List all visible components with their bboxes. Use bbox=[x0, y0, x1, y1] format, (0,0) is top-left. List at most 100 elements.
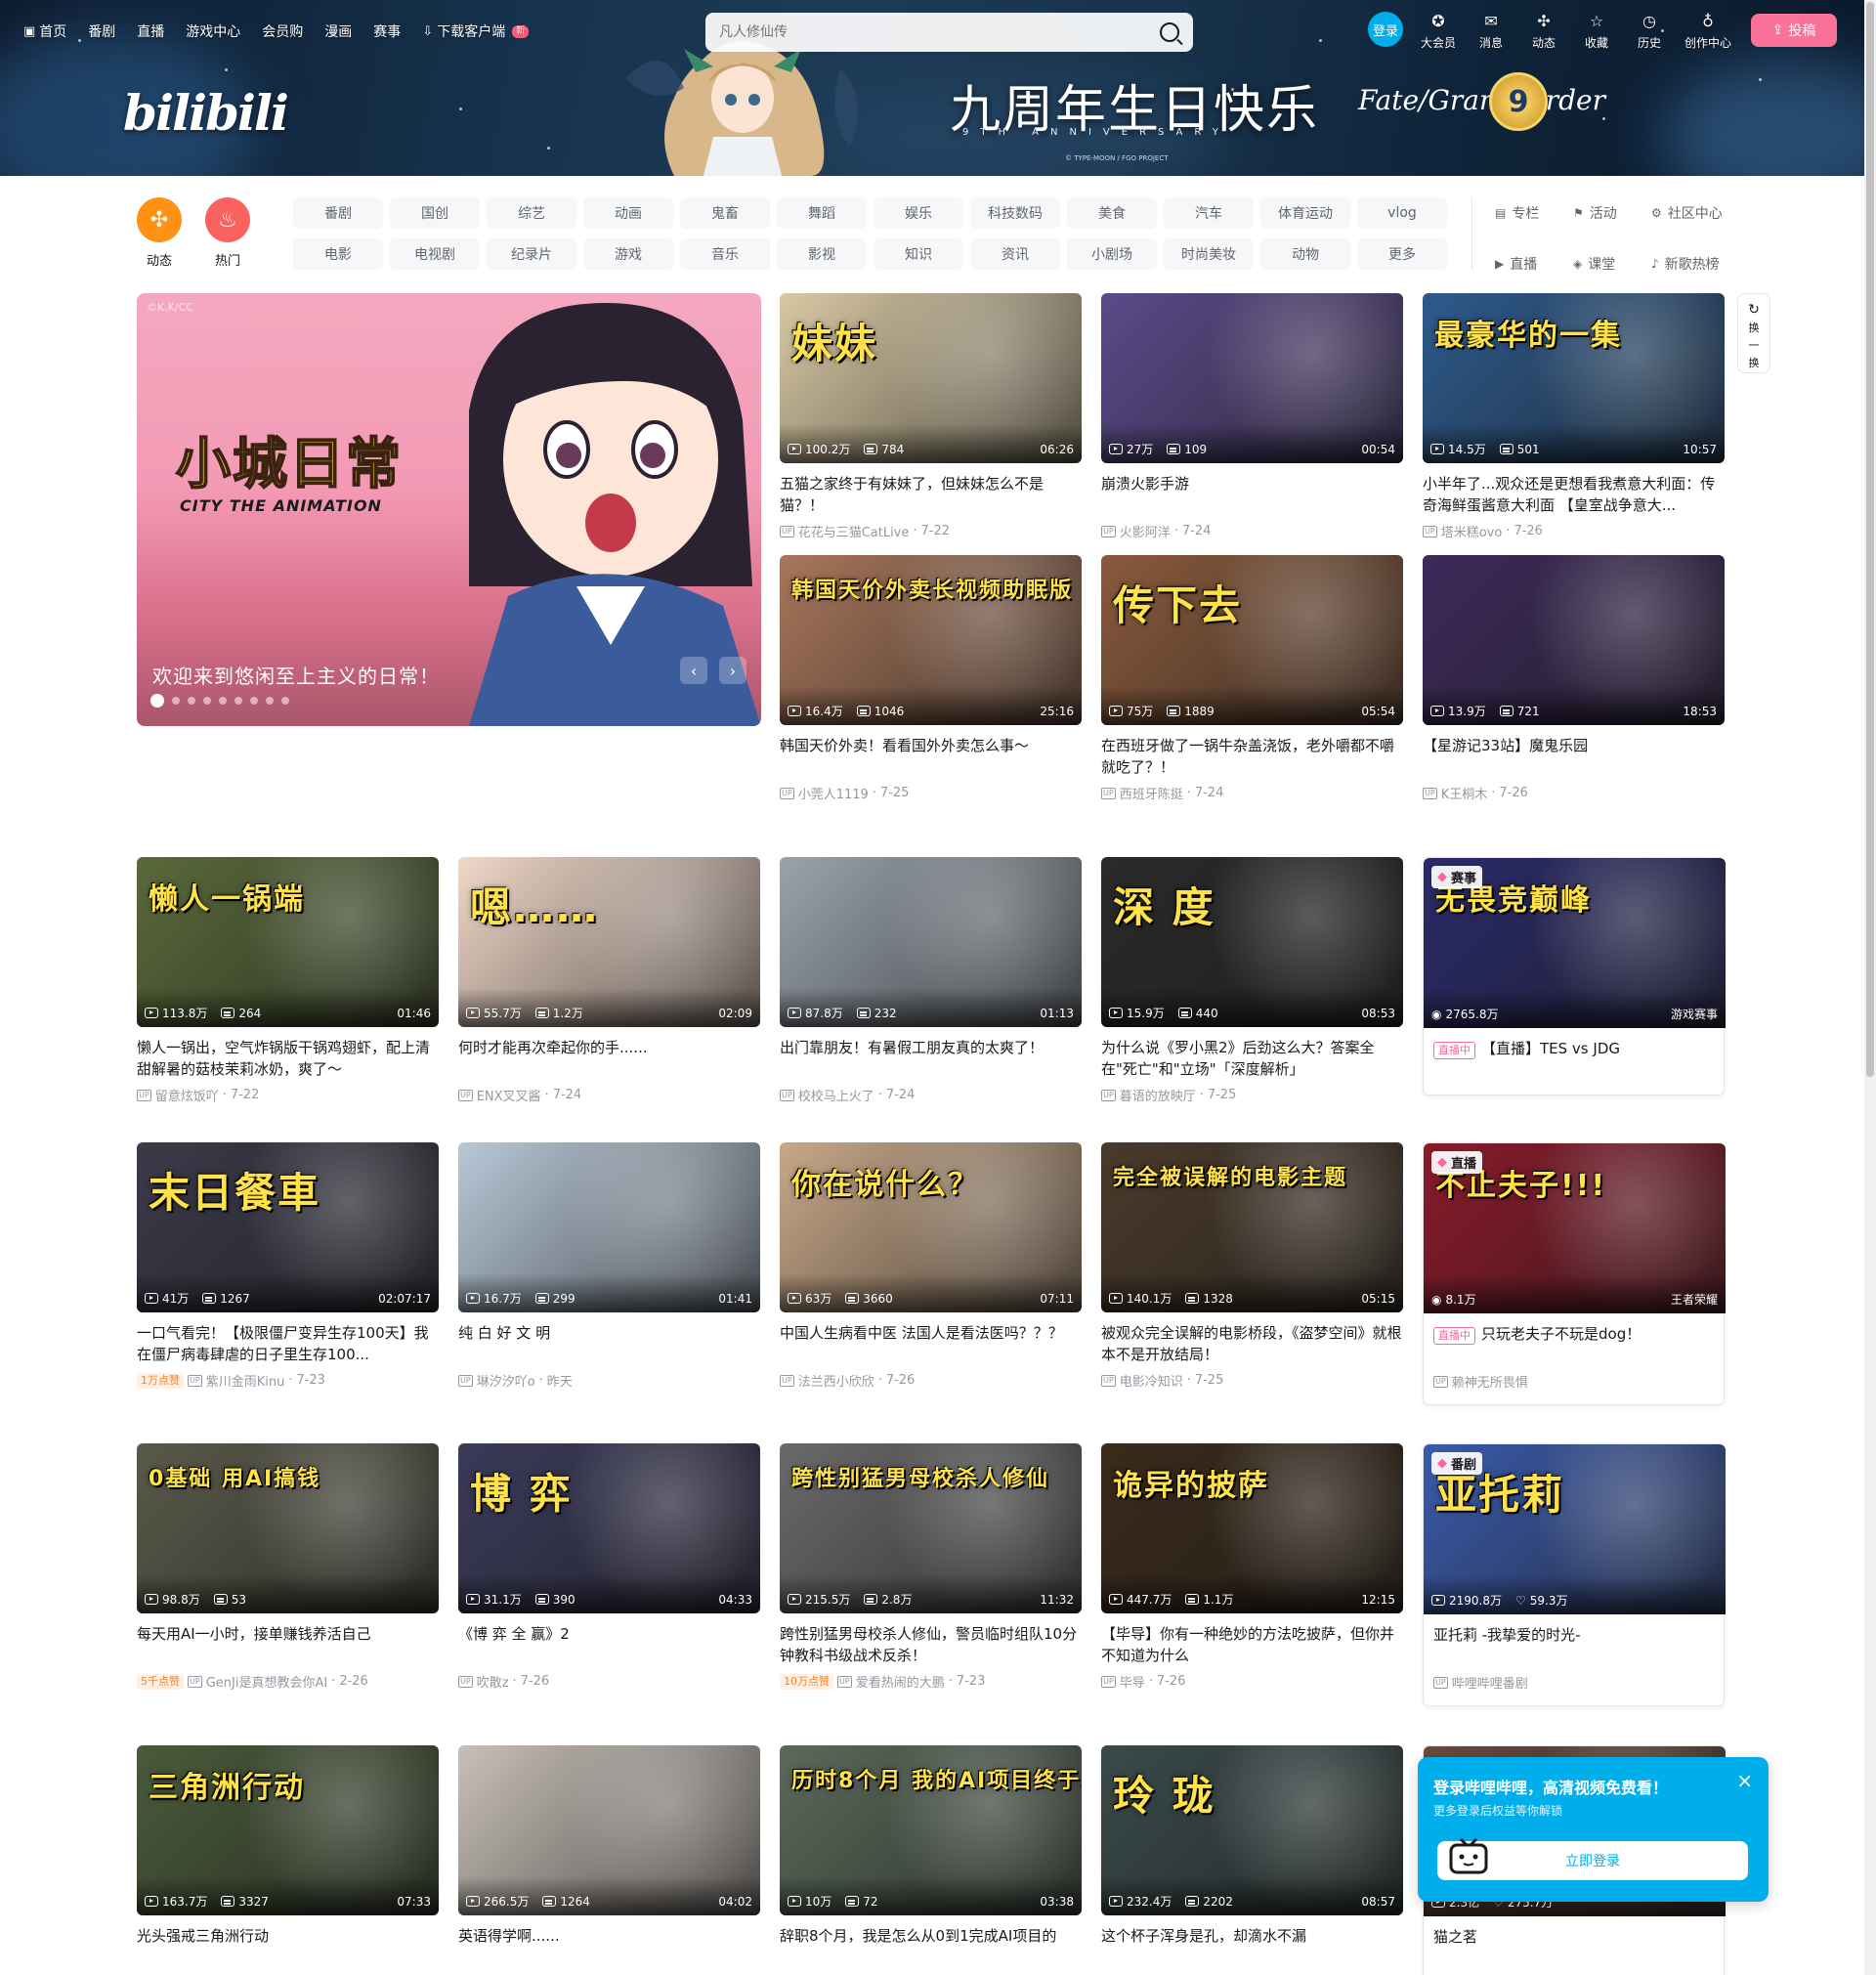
nav-bangumi[interactable]: 番剧 bbox=[88, 21, 115, 41]
video-thumbnail[interactable]: 完全被误解的电影主题 140.1万 1328 05:15 bbox=[1101, 1142, 1403, 1312]
video-title[interactable]: 崩溃火影手游 bbox=[1101, 473, 1403, 516]
carousel-dot[interactable] bbox=[188, 697, 195, 705]
channel-tag[interactable]: 影视 bbox=[777, 238, 867, 270]
search-input[interactable] bbox=[719, 24, 1152, 40]
video-thumbnail[interactable]: 16.7万 299 01:41 bbox=[458, 1142, 760, 1312]
video-thumbnail[interactable]: 玲 珑 232.4万 2202 08:57 bbox=[1101, 1745, 1403, 1915]
link-music-chart[interactable]: ♪ 新歌热榜 bbox=[1651, 248, 1759, 279]
video-card[interactable]: 27万 109 00:54 崩溃火影手游 UP 火影阿洋 · 7-24 bbox=[1101, 293, 1403, 540]
uploader-name[interactable]: 紫川金雨Kinu bbox=[206, 1371, 285, 1390]
special-title-text[interactable]: 亚托莉 -我挚爱的时光- bbox=[1433, 1626, 1581, 1644]
video-card[interactable]: 三角洲行动 163.7万 3327 07:33 光头强戒三角洲行动 bbox=[137, 1745, 439, 1968]
uploader-name[interactable]: 塔米糕ovo bbox=[1441, 522, 1503, 540]
nav-messages[interactable]: ✉ 消息 bbox=[1473, 12, 1509, 51]
carousel-dot[interactable] bbox=[172, 697, 180, 705]
uploader-name[interactable]: K王桐木 bbox=[1441, 784, 1488, 802]
uploader-name[interactable]: 电影冷知识 bbox=[1120, 1371, 1183, 1390]
carousel-dot[interactable] bbox=[266, 697, 274, 705]
video-card[interactable]: 末日餐車 41万 1267 02:07:17 一口气看完！【极限僵尸变异生存100天】我… bbox=[137, 1142, 439, 1390]
video-thumbnail[interactable]: 嗯…… 55.7万 1.2万 02:09 bbox=[458, 857, 760, 1027]
uploader-name[interactable]: 暮语的放映厅 bbox=[1120, 1086, 1196, 1104]
channel-tag[interactable]: 时尚美妆 bbox=[1164, 238, 1254, 270]
uploader-name[interactable]: 爱看热闹的大鹏 bbox=[856, 1672, 945, 1691]
carousel-caption[interactable]: 欢迎来到悠闲至上主义的日常！ bbox=[152, 661, 440, 689]
nav-favorites[interactable]: ☆ 收藏 bbox=[1579, 12, 1614, 51]
channel-tag[interactable]: 舞蹈 bbox=[777, 197, 867, 229]
video-thumbnail[interactable]: 懒人一锅端 113.8万 264 01:46 bbox=[137, 857, 439, 1027]
carousel-dot[interactable] bbox=[150, 694, 164, 708]
video-title[interactable]: 光头强戒三角洲行动 bbox=[137, 1925, 439, 1968]
video-thumbnail[interactable]: 三角洲行动 163.7万 3327 07:33 bbox=[137, 1745, 439, 1915]
video-title[interactable]: 【毕导】你有一种绝妙的方法吃披萨，但你并不知道为什么 bbox=[1101, 1623, 1403, 1666]
special-thumbnail[interactable]: 不止夫子!!! ◆ 直播 ◉ 8.1万 王者荣耀 bbox=[1424, 1143, 1726, 1313]
video-thumbnail[interactable]: 13.9万 721 18:53 bbox=[1423, 555, 1725, 725]
video-title[interactable]: 何时才能再次牵起你的手...... bbox=[458, 1037, 760, 1080]
channel-tag[interactable]: 综艺 bbox=[487, 197, 576, 229]
channel-tag[interactable]: 知识 bbox=[874, 238, 963, 270]
video-card[interactable]: 跨性别猛男母校杀人修仙 215.5万 2.8万 11:32 跨性别猛男母校杀人修仙，警员… bbox=[780, 1443, 1082, 1691]
channel-hot[interactable]: ♨ 热门 bbox=[205, 197, 250, 269]
video-thumbnail[interactable]: 你在说什么？ 63万 3660 07:11 bbox=[780, 1142, 1082, 1312]
link-course[interactable]: ◈ 课堂 bbox=[1573, 248, 1651, 279]
video-card[interactable]: 历时8个月 我的AI项目终于上线 10万 72 03:38 辞职8个月，我是怎么从0到1… bbox=[780, 1745, 1082, 1968]
nav-dynamics[interactable]: ✣ 动态 bbox=[1526, 12, 1561, 51]
video-title[interactable]: 小半年了...观众还是更想看我煮意大利面：传奇海鲜蛋酱意大利面 【皇室战争意大.… bbox=[1423, 473, 1725, 516]
channel-tag[interactable]: 科技数码 bbox=[970, 197, 1060, 229]
link-column[interactable]: ▤ 专栏 bbox=[1495, 197, 1573, 229]
scrollbar-thumb[interactable] bbox=[1866, 2, 1874, 1077]
video-thumbnail[interactable]: 最豪华的一集 14.5万 501 10:57 bbox=[1423, 293, 1725, 463]
video-title[interactable]: 韩国天价外卖！看看国外外卖怎么事～ bbox=[780, 735, 1082, 778]
hero-carousel[interactable]: ©K.K/CC 小城日常 CITY THE ANIMATION 欢迎来到悠闲至上… bbox=[137, 293, 761, 726]
special-title-text[interactable]: 猫之茗 bbox=[1433, 1928, 1477, 1946]
uploader-name[interactable]: ENX叉叉酱 bbox=[477, 1086, 541, 1104]
video-title[interactable]: 这个杯子浑身是孔，却滴水不漏 bbox=[1101, 1925, 1403, 1968]
search-box[interactable] bbox=[705, 13, 1193, 52]
video-title[interactable]: 跨性别猛男母校杀人修仙，警员临时组队10分钟教科书级战术反杀！ bbox=[780, 1623, 1082, 1666]
channel-tag[interactable]: 纪录片 bbox=[487, 238, 576, 270]
video-thumbnail[interactable]: 0基础 用AI搞钱 98.8万 53 bbox=[137, 1443, 439, 1613]
video-title[interactable]: 【星游记33站】魔鬼乐园 bbox=[1423, 735, 1725, 778]
video-card[interactable]: 玲 珑 232.4万 2202 08:57 这个杯子浑身是孔，却滴水不漏 bbox=[1101, 1745, 1403, 1968]
special-thumbnail[interactable]: 无畏竞巅峰 ◆ 赛事 ◉ 2765.8万 游戏赛事 bbox=[1424, 858, 1726, 1028]
login-avatar-button[interactable]: 登录 bbox=[1368, 12, 1403, 47]
nav-manga[interactable]: 漫画 bbox=[324, 21, 352, 41]
uploader-name[interactable]: 赖神无所畏惧 bbox=[1452, 1372, 1528, 1391]
channel-tag[interactable]: 动画 bbox=[583, 197, 673, 229]
special-title-text[interactable]: 只玩老夫子不玩是dog！ bbox=[1481, 1325, 1641, 1343]
channel-dynamics[interactable]: ✣ 动态 bbox=[137, 197, 182, 269]
nav-live[interactable]: 直播 bbox=[137, 21, 164, 41]
video-thumbnail[interactable]: 跨性别猛男母校杀人修仙 215.5万 2.8万 11:32 bbox=[780, 1443, 1082, 1613]
video-thumbnail[interactable]: 博 弈 31.1万 390 04:33 bbox=[458, 1443, 760, 1613]
uploader-name[interactable]: 哔哩哔哩番剧 bbox=[1452, 1673, 1528, 1692]
video-card[interactable]: 最豪华的一集 14.5万 501 10:57 小半年了...观众还是更想看我煮意大利面：… bbox=[1423, 293, 1725, 540]
special-title[interactable]: 猫之茗 bbox=[1424, 1926, 1724, 1969]
video-title[interactable]: 出门靠朋友！有暑假工朋友真的太爽了！ bbox=[780, 1037, 1082, 1080]
video-title[interactable]: 懒人一锅出，空气炸锅版干锅鸡翅虾，配上清甜解暑的菇枝茉莉冰奶，爽了～ bbox=[137, 1037, 439, 1080]
special-card[interactable]: 不止夫子!!! ◆ 直播 ◉ 8.1万 王者荣耀 直播中 只玩老夫子不玩是dog！ UP 赖神无所… bbox=[1423, 1142, 1726, 1405]
uploader-name[interactable]: 校校马上火了 bbox=[798, 1086, 874, 1104]
video-card[interactable]: 嗯…… 55.7万 1.2万 02:09 何时才能再次牵起你的手...... UP ENX叉… bbox=[458, 857, 760, 1104]
video-title[interactable]: 被观众完全误解的电影桥段，《盗梦空间》就根本不是开放结局！ bbox=[1101, 1322, 1403, 1365]
link-activity[interactable]: ⚑ 活动 bbox=[1573, 197, 1651, 229]
special-card[interactable]: 亚托莉 ◆ 番剧 2190.8万 ♡ 59.3万 亚托莉 -我挚爱的时光- UP 哔哩哔哩番剧 bbox=[1423, 1443, 1726, 1706]
channel-tag[interactable]: 动物 bbox=[1260, 238, 1350, 270]
close-icon[interactable]: × bbox=[1736, 1771, 1753, 1790]
nav-download-client[interactable]: ⇩ 下载客户端新 bbox=[422, 21, 530, 41]
video-title[interactable]: 中国人生病看中医 法国人是看法医吗？？？ bbox=[780, 1322, 1082, 1365]
uploader-name[interactable]: 吹散z bbox=[477, 1672, 509, 1691]
channel-tag[interactable]: 番剧 bbox=[293, 197, 383, 229]
nav-vip[interactable]: ✪ 大会员 bbox=[1421, 12, 1456, 51]
channel-more-dropdown[interactable]: 更多 bbox=[1357, 238, 1447, 270]
video-thumbnail[interactable]: 87.8万 232 01:13 bbox=[780, 857, 1082, 1027]
video-title[interactable]: 《博 弈 全 赢》2 bbox=[458, 1623, 760, 1666]
video-thumbnail[interactable]: 诡异的披萨 447.7万 1.1万 12:15 bbox=[1101, 1443, 1403, 1613]
video-title[interactable]: 纯 白 好 文 明 bbox=[458, 1322, 760, 1365]
channel-tag[interactable]: 汽车 bbox=[1164, 197, 1254, 229]
channel-tag[interactable]: 电影 bbox=[293, 238, 383, 270]
video-title[interactable]: 辞职8个月，我是怎么从0到1完成AI项目的 bbox=[780, 1925, 1082, 1968]
channel-tag[interactable]: 美食 bbox=[1067, 197, 1157, 229]
nav-creator-center[interactable]: ♁ 创作中心 bbox=[1684, 12, 1731, 51]
link-live[interactable]: ▶ 直播 bbox=[1495, 248, 1573, 279]
special-card[interactable]: 无畏竞巅峰 ◆ 赛事 ◉ 2765.8万 游戏赛事 直播中 【直播】TES vs JDG bbox=[1423, 857, 1726, 1095]
video-thumbnail[interactable]: 妹妹 100.2万 784 06:26 bbox=[780, 293, 1082, 463]
